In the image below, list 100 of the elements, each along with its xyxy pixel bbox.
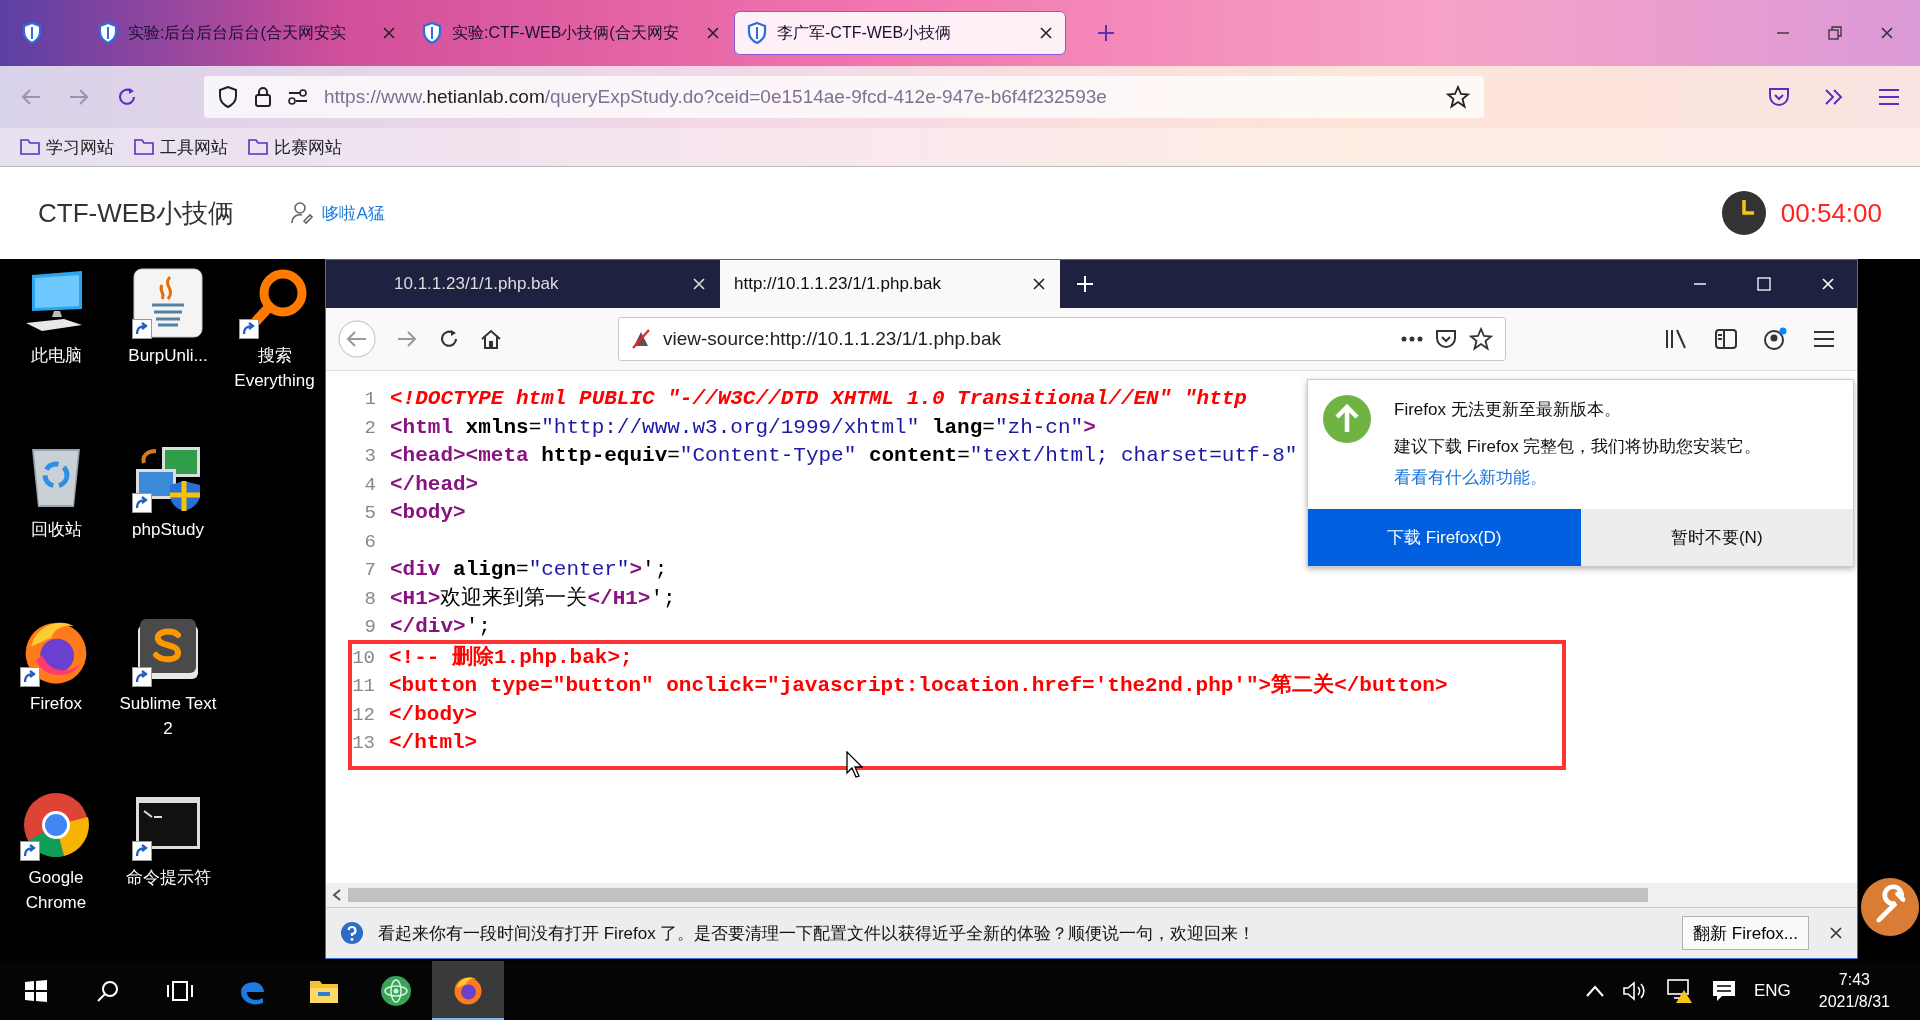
source-line: <!-- 删除1.php.bak>; (389, 644, 633, 671)
source-line: </head> (390, 471, 479, 498)
bookmark-star-icon[interactable] (1446, 85, 1470, 109)
line-number: 8 (363, 586, 377, 612)
refresh-firefox-button[interactable]: 翻新 Firefox... (1682, 916, 1809, 950)
chevrons-icon[interactable] (1824, 88, 1844, 106)
user-icon (290, 201, 315, 225)
not-now-button[interactable]: 暂时不要(N) (1580, 509, 1853, 566)
desktop-shortcut[interactable]: Sublime Text 2 (112, 615, 224, 789)
bookmark-folder[interactable]: 学习网站 (20, 135, 114, 159)
restore-icon[interactable] (1828, 26, 1842, 40)
pocket-icon[interactable] (1768, 87, 1790, 107)
reload-icon[interactable] (116, 86, 138, 108)
close-icon[interactable] (1039, 26, 1053, 40)
source-line: </div>'; (390, 614, 491, 640)
horizontal-scrollbar[interactable] (326, 883, 1857, 907)
desktop-shortcut[interactable]: 命令提示符 (112, 789, 224, 961)
insecure-page-icon (631, 329, 651, 349)
source-line: <H1>欢迎来到第一关</H1>'; (390, 585, 676, 612)
notification-icon[interactable] (1711, 980, 1736, 1002)
countdown-timer: 00:54:00 (1780, 197, 1882, 229)
whats-new-link[interactable]: 看看有什么新功能。 (1394, 466, 1762, 489)
back-icon[interactable] (338, 320, 376, 358)
line-number: 5 (363, 501, 377, 526)
line-number: 6 (363, 529, 377, 555)
shield-icon (747, 22, 767, 44)
desktop-shortcut[interactable]: phpStudy (112, 441, 224, 615)
source-line: </html> (389, 730, 478, 756)
folder-icon (248, 139, 268, 155)
chevron-up-icon[interactable] (1585, 985, 1604, 997)
line-number: 3 (363, 444, 377, 469)
coffee-cup-icon (132, 267, 204, 339)
line-number: 9 (363, 615, 377, 640)
download-button[interactable]: 下载 Firefox(D) (1308, 509, 1581, 566)
speaker-icon[interactable] (1621, 980, 1648, 1002)
network-warning-icon[interactable] (1665, 978, 1694, 1004)
shield-icon (98, 22, 118, 44)
clock-date[interactable]: 2021/8/31 (1818, 991, 1890, 1013)
url-text: https://www.hetianlab.com/queryExpStudy.do?ceid=0e1514ae-9fcd-412e-947e-b6f4f232593e (324, 86, 1108, 108)
line-number: 12 (352, 702, 376, 728)
close-icon[interactable] (1829, 926, 1843, 940)
folder-icon (309, 978, 339, 1004)
notification-message: 看起来你有一段时间没有打开 Firefox 了。是否要清理一下配置文件以获得近乎全新的体验？顺便说一句，欢迎回来！ (378, 922, 1257, 945)
browser-tab[interactable]: 李广军-CTF-WEB小技俩 (734, 11, 1066, 55)
address-bar[interactable]: view-source:http://10.1.1.23/1/1.php.bak (618, 317, 1506, 361)
shield-icon (422, 22, 442, 44)
home-icon[interactable] (480, 328, 502, 350)
plus-icon (1097, 24, 1115, 42)
line-number: 7 (363, 558, 377, 583)
bookmark-folder[interactable]: 工具网站 (134, 135, 228, 159)
plus-icon (1076, 275, 1094, 293)
line-number: 1 (363, 387, 377, 412)
source-line: <html xmlns="http://www.w3.org/1999/xhtml" lang="zh-cn"> (390, 414, 1096, 441)
desktop-shortcut[interactable]: Firefox (0, 615, 112, 789)
close-icon[interactable] (1032, 277, 1046, 291)
desktop-shortcut[interactable]: 搜索 Everything (224, 267, 325, 441)
forward-icon[interactable] (396, 329, 418, 349)
maximize-icon[interactable] (1757, 277, 1771, 291)
permissions-icon[interactable] (288, 89, 308, 105)
lock-icon[interactable] (254, 86, 272, 108)
browser-tab[interactable]: 10.1.1.23/1/1.php.bak (380, 260, 720, 308)
mouse-cursor-icon (846, 751, 864, 779)
source-line: <body> (390, 500, 466, 526)
source-line: </body> (389, 701, 478, 728)
windows-start-icon[interactable] (24, 979, 48, 1003)
more-icon[interactable] (1401, 336, 1423, 342)
folder-icon (20, 139, 40, 155)
scroll-left-icon[interactable] (332, 889, 342, 901)
menu-icon[interactable] (1878, 88, 1900, 106)
source-line: <button type="button" onclick="javascript:location.href='the2nd.php'">第二关</button> (389, 672, 1448, 699)
library-icon[interactable] (1665, 329, 1689, 349)
folder-icon (134, 139, 154, 155)
account-icon[interactable] (1763, 327, 1787, 351)
bookmark-star-icon[interactable] (1469, 327, 1493, 351)
menu-icon[interactable] (1813, 330, 1835, 348)
clock-time[interactable]: 7:43 (1838, 969, 1870, 991)
popup-message: 建议下载 Firefox 完整包，我们将协助您安装它。 (1394, 436, 1762, 458)
course-title: CTF-WEB小技俩 (38, 196, 235, 230)
task-view-icon[interactable] (166, 980, 194, 1002)
desktop-shortcut[interactable]: Google Chrome (0, 789, 112, 961)
desktop-shortcut[interactable]: 此电脑 (0, 267, 112, 441)
sidebar-icon[interactable] (1715, 329, 1737, 349)
url-text: view-source:http://10.1.1.23/1/1.php.bak (663, 328, 1002, 350)
desktop-shortcut[interactable]: BurpUnli... (112, 267, 224, 441)
user-name[interactable]: 哆啦A猛 (322, 201, 385, 225)
help-icon (340, 921, 364, 945)
reload-icon[interactable] (438, 328, 460, 350)
search-icon[interactable] (96, 979, 120, 1003)
address-bar[interactable]: https://www.hetianlab.com/queryExpStudy.do?ceid=0e1514ae-9fcd-412e-947e-b6f4f232593e (204, 76, 1484, 118)
browser-tab[interactable]: http://10.1.1.23/1/1.php.bak (720, 260, 1060, 308)
desktop-shortcut[interactable]: 回收站 (0, 441, 112, 615)
browser-tab[interactable]: 实验:CTF-WEB小技俩(合天网安 (410, 11, 732, 55)
pocket-icon[interactable] (1435, 329, 1457, 349)
wrench-icon[interactable] (1860, 877, 1920, 937)
input-language[interactable]: ENG (1753, 981, 1791, 1001)
atom-icon (380, 975, 412, 1007)
window-close-icon[interactable] (1880, 26, 1894, 40)
bookmark-folder[interactable]: 比赛网站 (248, 135, 342, 159)
line-number: 10 (352, 645, 376, 671)
shield-icon[interactable] (218, 86, 238, 108)
